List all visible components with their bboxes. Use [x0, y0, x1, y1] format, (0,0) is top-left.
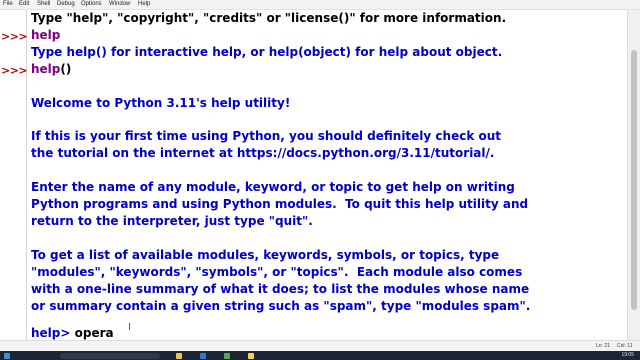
command-line: help	[31, 28, 61, 42]
output-line: Type help() for interactive help, or hel…	[31, 45, 503, 59]
help-prompt: help>	[31, 326, 75, 340]
menu-debug[interactable]: Debug	[57, 1, 75, 7]
output-line: Enter the name of any module, keyword, o…	[31, 180, 515, 194]
output-line: return to the interpreter, just type "qu…	[31, 214, 313, 228]
output-line: the tutorial on the internet at https://…	[31, 146, 495, 160]
column-number: Col: 11	[617, 343, 633, 349]
output-line: Welcome to Python 3.11's help utility!	[31, 96, 291, 110]
taskbar-clock: 19:05	[621, 352, 634, 358]
intro-line: Type "help", "copyright", "credits" or "…	[31, 11, 507, 25]
prompt-gutter: >>> >>>	[0, 10, 28, 340]
output-line: If this is your first time using Python,…	[31, 129, 502, 143]
menu-shell[interactable]: Shell	[37, 1, 50, 7]
output-line: or summary contain a given string such a…	[31, 299, 531, 313]
output-line: "modules", "keywords", "symbols", or "to…	[31, 265, 523, 279]
command-line: help()	[31, 61, 71, 78]
scrollbar-thumb[interactable]	[631, 50, 637, 310]
status-bar: Ln: 21 Col: 11	[0, 340, 640, 351]
vertical-scrollbar[interactable]	[627, 10, 640, 340]
command-name: help	[31, 62, 61, 76]
menu-help[interactable]: Help	[138, 1, 150, 7]
menu-window[interactable]: Window	[109, 1, 130, 7]
windows-start-icon[interactable]	[4, 353, 10, 359]
python-icon[interactable]	[248, 353, 254, 359]
shell-output[interactable]: Type "help", "copyright", "credits" or "…	[31, 10, 621, 340]
menu-edit[interactable]: Edit	[19, 1, 29, 7]
output-line: Python programs and using Python modules…	[31, 197, 529, 211]
menu-file[interactable]: File	[3, 1, 13, 7]
menu-options[interactable]: Options	[81, 1, 102, 7]
output-line: To get a list of available modules, keyw…	[31, 248, 500, 262]
shell-prompt: >>>	[1, 64, 28, 77]
taskbar: 19:05	[0, 351, 640, 360]
file-explorer-icon[interactable]	[176, 353, 182, 359]
shell-prompt: >>>	[1, 30, 28, 43]
text-cursor-icon: Ι	[128, 322, 131, 333]
output-line: with a one-line summary of what it does;…	[31, 282, 530, 296]
taskbar-search-box[interactable]	[60, 353, 160, 359]
app-icon[interactable]	[224, 353, 230, 359]
browser-icon[interactable]	[200, 353, 206, 359]
line-number: Ln: 21	[596, 343, 610, 349]
command-parens: ()	[60, 62, 72, 76]
menu-bar: File Edit Shell Debug Options Window Hel…	[0, 0, 640, 10]
help-input[interactable]: opera	[75, 326, 114, 340]
